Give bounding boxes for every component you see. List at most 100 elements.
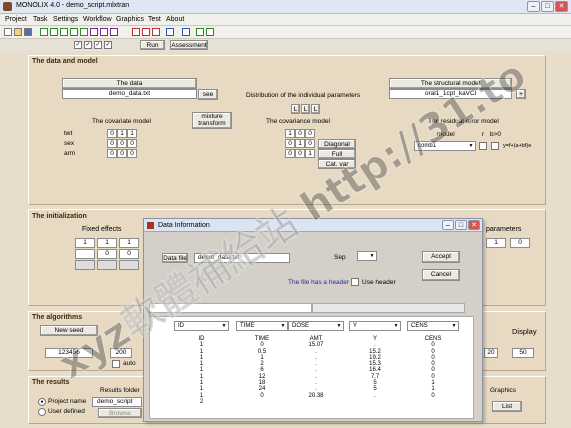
new-seed-button[interactable]: New seed (40, 325, 98, 336)
scatter-icon[interactable] (132, 28, 140, 36)
covariance-cell[interactable]: 0 (285, 139, 295, 148)
structural-model-button[interactable]: The structural model (389, 78, 512, 89)
data-file-field[interactable]: demo_data.txt (62, 89, 197, 99)
task-checkbox[interactable]: ✓ (104, 41, 112, 49)
residual-b-checkbox[interactable] (491, 142, 499, 150)
covariance-cell[interactable]: 0 (295, 149, 305, 158)
auto-checkbox[interactable] (112, 360, 120, 368)
refresh-icon[interactable] (196, 28, 204, 36)
covariance-cell[interactable]: 0 (285, 149, 295, 158)
new-file-icon[interactable] (4, 28, 12, 36)
use-header-checkbox[interactable] (351, 278, 359, 286)
menu-test[interactable]: Test (148, 16, 161, 23)
fixed-effect-value[interactable]: 1 (119, 238, 139, 248)
parameter-value[interactable]: 0 (510, 238, 530, 248)
fixed-effect-value[interactable] (75, 249, 95, 259)
covariate-cell[interactable]: 0 (107, 149, 117, 158)
covariate-cell[interactable]: 0 (117, 139, 127, 148)
fixed-effect-value[interactable]: 1 (97, 238, 117, 248)
chart-icon[interactable] (100, 28, 108, 36)
assessment-button[interactable]: Assessment (170, 40, 208, 50)
dist-button-v[interactable]: L (301, 104, 310, 114)
chart-icon[interactable] (110, 28, 118, 36)
column-type-select[interactable]: DOSE ▼ (288, 321, 344, 331)
separator-select[interactable]: ▼ (357, 251, 377, 261)
menu-settings[interactable]: Settings (53, 16, 78, 23)
preview-scrollbar-thumb[interactable] (312, 303, 465, 313)
model-file-field[interactable]: oral1_1cpt_kaVCl (389, 89, 512, 99)
add-model-button[interactable]: + (516, 89, 526, 99)
see-button[interactable]: see (198, 89, 218, 100)
covariance-cell[interactable]: 0 (305, 139, 315, 148)
project-name-radio[interactable]: ● (38, 398, 46, 406)
column-type-select[interactable]: TIME ▼ (236, 321, 288, 331)
chart-icon[interactable] (50, 28, 58, 36)
covariate-cell[interactable]: 0 (127, 149, 137, 158)
task-checkbox[interactable]: ✓ (74, 41, 82, 49)
fixed-effect-value[interactable]: 1 (75, 238, 95, 248)
menu-task[interactable]: Task (33, 16, 47, 23)
full-button[interactable]: Full (318, 149, 356, 159)
menu-project[interactable]: Project (5, 16, 27, 23)
covariate-cell[interactable]: 0 (107, 139, 117, 148)
fixed-effect-value[interactable]: 0 (97, 249, 117, 259)
dist-button-cl[interactable]: L (311, 104, 320, 114)
chart-icon[interactable] (60, 28, 68, 36)
task-checkbox[interactable]: ✓ (94, 41, 102, 49)
data-file-path[interactable]: demo_data.txt (194, 253, 290, 263)
covariate-cell[interactable]: 1 (127, 129, 137, 138)
save-icon[interactable] (24, 28, 32, 36)
chart-icon[interactable] (70, 28, 78, 36)
parameter-value[interactable]: 1 (486, 238, 506, 248)
chart-icon[interactable] (80, 28, 88, 36)
seed-field[interactable]: 123456 (45, 348, 93, 358)
dialog-close-button[interactable]: ✕ (468, 220, 480, 230)
covariance-cell[interactable]: 1 (305, 149, 315, 158)
cat-var-button[interactable]: Cat. var (318, 159, 356, 169)
close-button[interactable]: ✕ (555, 1, 568, 12)
chart-icon[interactable] (40, 28, 48, 36)
dialog-maximize-button[interactable]: □ (455, 220, 467, 230)
fixed-effect-value[interactable]: 0 (119, 249, 139, 259)
covariate-cell[interactable]: 1 (117, 129, 127, 138)
data-button[interactable]: The data (62, 78, 197, 89)
preview-scrollbar-track[interactable] (149, 303, 312, 313)
minimize-button[interactable]: – (527, 1, 540, 12)
run-button[interactable]: Run (140, 40, 165, 50)
covariance-cell[interactable]: 0 (305, 129, 315, 138)
scatter-icon[interactable] (152, 28, 160, 36)
covariance-cell[interactable]: 1 (285, 129, 295, 138)
covariate-cell[interactable]: 0 (127, 139, 137, 148)
diagonal-button[interactable]: Diagonal (318, 139, 356, 149)
results-folder-field[interactable]: demo_script (92, 397, 142, 407)
residual-model-select[interactable]: comb1 ▼ (414, 141, 476, 151)
mixture-transform-button[interactable]: mixture transform (192, 112, 232, 129)
menu-graphics[interactable]: Graphics (116, 16, 144, 23)
menu-about[interactable]: About (166, 16, 184, 23)
user-defined-radio[interactable] (38, 408, 46, 416)
task-checkbox[interactable]: ✓ (84, 41, 92, 49)
column-type-select[interactable]: Y ▼ (349, 321, 401, 331)
scatter-icon[interactable] (142, 28, 150, 36)
accept-button[interactable]: Accept (422, 251, 460, 263)
histogram-icon[interactable] (166, 28, 174, 36)
list-button[interactable]: List (492, 401, 522, 412)
covariance-cell[interactable]: 1 (295, 139, 305, 148)
menu-workflow[interactable]: Workflow (83, 16, 112, 23)
dialog-minimize-button[interactable]: – (442, 220, 454, 230)
open-folder-icon[interactable] (14, 28, 22, 36)
column-type-select[interactable]: CENS ▼ (407, 321, 459, 331)
iterations-field[interactable]: 200 (110, 348, 132, 358)
maximize-button[interactable]: □ (541, 1, 554, 12)
column-type-select[interactable]: ID ▼ (174, 321, 229, 331)
dist-button-ka[interactable]: L (291, 104, 300, 114)
covariate-cell[interactable]: 0 (107, 129, 117, 138)
covariance-cell[interactable]: 0 (295, 129, 305, 138)
hash-icon[interactable] (182, 28, 190, 36)
export-icon[interactable] (206, 28, 214, 36)
display-value[interactable]: 20 (484, 348, 498, 358)
display-value[interactable]: 50 (512, 348, 534, 358)
covariate-cell[interactable]: 0 (117, 149, 127, 158)
cancel-button[interactable]: Cancel (422, 269, 460, 281)
chart-icon[interactable] (90, 28, 98, 36)
